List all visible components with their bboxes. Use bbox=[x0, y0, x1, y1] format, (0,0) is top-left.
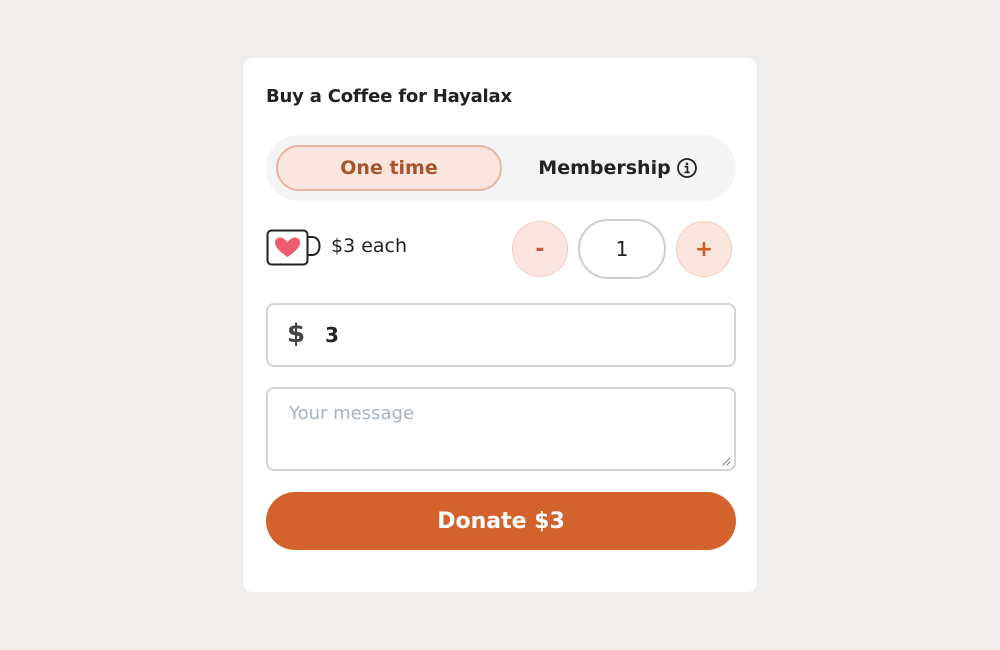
increase-quantity-button[interactable]: + bbox=[676, 221, 732, 277]
one-time-label: One time bbox=[340, 157, 438, 179]
amount-field[interactable]: $ 3 bbox=[266, 303, 736, 367]
info-icon[interactable] bbox=[676, 157, 698, 179]
payment-type-toggle: One time Membership bbox=[266, 135, 736, 201]
message-textarea[interactable]: Your message bbox=[266, 387, 736, 471]
price-each-label: $3 each bbox=[331, 235, 408, 257]
one-time-tab[interactable]: One time bbox=[276, 145, 502, 191]
decrease-quantity-button[interactable]: - bbox=[512, 221, 568, 277]
price-row: $3 each - 1 + bbox=[266, 219, 736, 283]
membership-tab[interactable]: Membership bbox=[510, 147, 726, 189]
donate-button-label: Donate $3 bbox=[437, 508, 565, 534]
membership-label: Membership bbox=[538, 157, 671, 179]
amount-value: 3 bbox=[325, 323, 339, 347]
donation-card: Buy a Coffee for Hayalax One time Member… bbox=[243, 58, 757, 592]
resize-handle-icon[interactable] bbox=[721, 456, 731, 466]
currency-symbol: $ bbox=[287, 319, 306, 349]
heart-mug-icon bbox=[266, 229, 321, 266]
quantity-input[interactable]: 1 bbox=[578, 219, 666, 279]
card-title: Buy a Coffee for Hayalax bbox=[266, 86, 512, 107]
donate-button[interactable]: Donate $3 bbox=[266, 492, 736, 550]
message-placeholder: Your message bbox=[289, 403, 415, 424]
